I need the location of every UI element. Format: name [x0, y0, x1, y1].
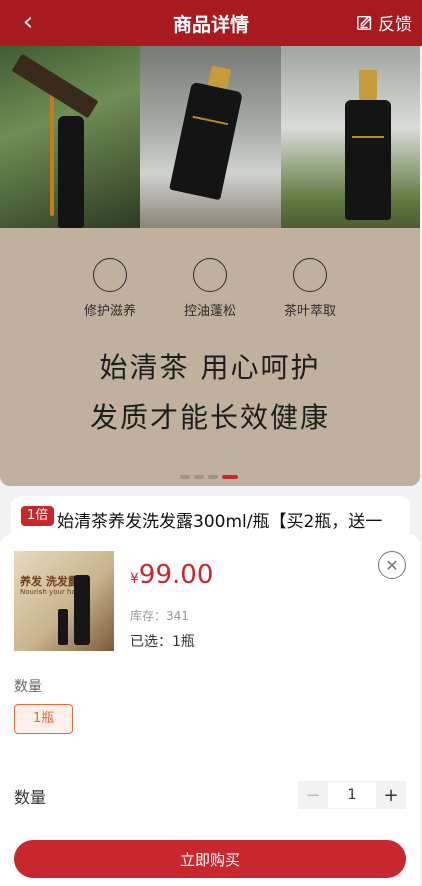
feature-label: 控油蓬松 [183, 304, 236, 319]
product-title: 始清茶养发洗发露300ml/瓶【买2瓶，送一 [57, 512, 383, 532]
feedback-button[interactable]: 反馈 [356, 10, 412, 35]
product-photo-rock [140, 46, 281, 228]
top-bar: ‹ 商品详情 反馈 [0, 0, 422, 46]
hair-volume-icon [193, 258, 227, 292]
thumbnail-title: 养发 洗发露 [20, 575, 79, 588]
selected-spec-text: 已选：1瓶 [130, 634, 195, 650]
price: ¥99.00 [130, 560, 213, 590]
product-photo-moss [281, 46, 420, 228]
carousel-dot[interactable] [194, 475, 204, 479]
buy-now-button[interactable]: 立即购买 [14, 840, 406, 878]
spec-option-button[interactable]: 1瓶 [14, 704, 74, 734]
feature-list: 修护滋养 控油蓬松 茶叶萃取 [0, 258, 420, 338]
quantity-input[interactable]: 1 [328, 781, 376, 809]
edit-icon [357, 15, 372, 30]
product-image-carousel[interactable]: 修护滋养 控油蓬松 茶叶萃取 始清茶 用心呵护 发质才能长效健康 [0, 46, 420, 486]
close-button[interactable]: ✕ [378, 551, 406, 579]
product-thumbnail: 养发 洗发露 Nourish your hair [14, 551, 114, 651]
tea-leaf-icon [293, 258, 327, 292]
spec-label: 数量 [14, 679, 42, 695]
price-value: 99.00 [138, 560, 214, 590]
decrease-button[interactable]: − [298, 781, 328, 809]
feedback-label: 反馈 [378, 15, 412, 35]
stock-text: 库存：341 [130, 609, 189, 623]
quantity-stepper: − 1 + [298, 781, 406, 809]
carousel-dot[interactable] [208, 475, 218, 479]
feature-label: 修护滋养 [83, 304, 136, 319]
nourish-icon [93, 258, 127, 292]
carousel-dot[interactable] [180, 475, 190, 479]
slogan-line-1: 始清茶 用心呵护 [99, 351, 321, 384]
feature-item: 修护滋养 [65, 258, 155, 319]
carousel-dot-active[interactable] [222, 475, 238, 479]
increase-button[interactable]: + [376, 781, 406, 809]
feature-label: 茶叶萃取 [283, 304, 336, 319]
feature-item: 控油蓬松 [165, 258, 255, 319]
currency-symbol: ¥ [130, 571, 139, 587]
quantity-label: 数量 [14, 788, 47, 807]
carousel-indicator [180, 475, 238, 479]
thumbnail-subtitle: Nourish your hair [20, 588, 81, 596]
purchase-sheet: 养发 洗发露 Nourish your hair ¥99.00 库存：341 已… [0, 534, 420, 886]
feature-item: 茶叶萃取 [265, 258, 355, 319]
multiplier-badge: 1倍 [21, 506, 55, 526]
close-icon: ✕ [385, 555, 399, 575]
slogan-line-2: 发质才能长效健康 [89, 401, 330, 434]
product-photo-tea-branch [0, 46, 140, 228]
